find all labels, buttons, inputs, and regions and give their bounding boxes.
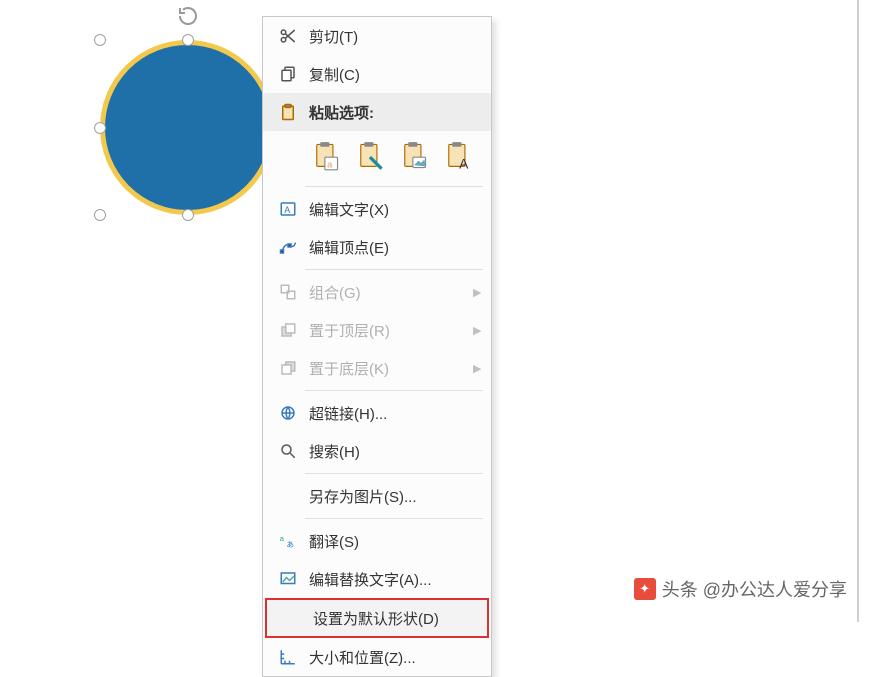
clipboard-icon <box>273 102 303 122</box>
menu-send-back: 置于底层(K) ▶ <box>263 349 491 387</box>
menu-edit-points[interactable]: 编辑顶点(E) <box>263 228 491 266</box>
menu-translate-label: 翻译(S) <box>303 531 491 552</box>
context-menu: 剪切(T) 复制(C) 粘贴选项: a A <box>262 16 492 677</box>
menu-alt-text-label: 编辑替换文字(A)... <box>303 569 491 590</box>
menu-separator <box>305 390 483 391</box>
menu-group-label: 组合(G) <box>303 282 473 303</box>
menu-edit-points-label: 编辑顶点(E) <box>303 237 491 258</box>
menu-hyperlink[interactable]: 超链接(H)... <box>263 394 491 432</box>
menu-alt-text[interactable]: 编辑替换文字(A)... <box>263 560 491 598</box>
chevron-right-icon: ▶ <box>473 324 491 337</box>
menu-set-default-shape-label: 设置为默认形状(D) <box>307 608 487 629</box>
paste-merge[interactable] <box>353 139 387 173</box>
svg-text:a: a <box>327 160 333 170</box>
menu-copy-label: 复制(C) <box>303 64 491 85</box>
menu-set-default-shape[interactable]: 设置为默认形状(D) <box>267 600 487 636</box>
menu-copy[interactable]: 复制(C) <box>263 55 491 93</box>
menu-cut[interactable]: 剪切(T) <box>263 17 491 55</box>
menu-save-as-picture[interactable]: 另存为图片(S)... <box>263 477 491 515</box>
menu-group: 组合(G) ▶ <box>263 273 491 311</box>
copy-icon <box>273 65 303 83</box>
search-icon <box>273 442 303 460</box>
svg-text:あ: あ <box>287 540 295 549</box>
menu-send-back-label: 置于底层(K) <box>303 358 473 379</box>
menu-cut-label: 剪切(T) <box>303 26 491 47</box>
menu-translate[interactable]: aあ 翻译(S) <box>263 522 491 560</box>
highlighted-menu-item: 设置为默认形状(D) <box>265 598 489 638</box>
watermark-icon: ✦ <box>634 578 656 600</box>
svg-text:A: A <box>459 156 469 171</box>
circle-shape[interactable] <box>100 40 275 215</box>
menu-bring-front-label: 置于顶层(R) <box>303 320 473 341</box>
scissors-icon <box>273 27 303 45</box>
menu-bring-front: 置于顶层(R) ▶ <box>263 311 491 349</box>
menu-hyperlink-label: 超链接(H)... <box>303 403 491 424</box>
paste-keep-source[interactable]: a <box>309 139 343 173</box>
resize-handle-bl[interactable] <box>94 209 106 221</box>
group-icon <box>273 283 303 301</box>
menu-separator <box>305 186 483 187</box>
hyperlink-icon <box>273 404 303 422</box>
menu-edit-text-label: 编辑文字(X) <box>303 199 491 220</box>
resize-handle-bm[interactable] <box>182 209 194 221</box>
menu-size-position[interactable]: 大小和位置(Z)... <box>263 638 491 676</box>
canvas: 剪切(T) 复制(C) 粘贴选项: a A <box>0 0 877 622</box>
translate-icon: aあ <box>273 532 303 550</box>
chevron-right-icon: ▶ <box>473 362 491 375</box>
menu-separator <box>305 518 483 519</box>
menu-separator <box>305 473 483 474</box>
resize-handle-tm[interactable] <box>182 34 194 46</box>
paste-picture[interactable] <box>397 139 431 173</box>
svg-text:a: a <box>280 534 285 543</box>
paste-text-only[interactable]: A <box>441 139 475 173</box>
chevron-right-icon: ▶ <box>473 286 491 299</box>
bring-front-icon <box>273 321 303 339</box>
send-back-icon <box>273 359 303 377</box>
menu-separator <box>305 269 483 270</box>
menu-search-label: 搜索(H) <box>303 441 491 462</box>
watermark-text: 头条 @办公达人爱分享 <box>662 576 847 602</box>
page-edge <box>857 0 859 622</box>
svg-text:A: A <box>284 205 290 215</box>
edit-points-icon <box>273 238 303 256</box>
resize-handle-tl[interactable] <box>94 34 106 46</box>
size-position-icon <box>273 648 303 666</box>
menu-size-position-label: 大小和位置(Z)... <box>303 647 491 668</box>
resize-handle-ml[interactable] <box>94 122 106 134</box>
menu-search[interactable]: 搜索(H) <box>263 432 491 470</box>
rotate-handle-icon[interactable] <box>176 4 200 28</box>
paste-options-row: a A <box>263 131 491 183</box>
menu-paste-header-label: 粘贴选项: <box>303 102 491 123</box>
selected-shape[interactable] <box>100 40 275 215</box>
edit-text-icon: A <box>273 200 303 218</box>
alt-text-icon <box>273 570 303 588</box>
menu-edit-text[interactable]: A 编辑文字(X) <box>263 190 491 228</box>
menu-paste-header: 粘贴选项: <box>263 93 491 131</box>
menu-save-as-picture-label: 另存为图片(S)... <box>303 486 491 507</box>
watermark: ✦ 头条 @办公达人爱分享 <box>634 576 847 602</box>
